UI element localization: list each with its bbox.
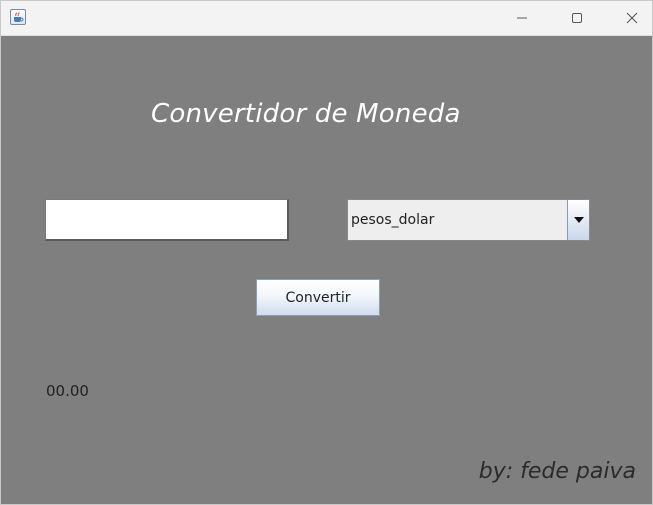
minimize-button[interactable]: [499, 1, 545, 35]
minimize-icon: [517, 17, 527, 19]
conversion-select-value: pesos_dolar: [351, 212, 435, 228]
main-panel: Convertidor de Moneda pesos_dolar Conver…: [1, 36, 652, 504]
convert-button[interactable]: Convertir: [256, 279, 380, 316]
dropdown-arrow-button[interactable]: [567, 200, 589, 240]
page-title: Convertidor de Moneda: [151, 99, 461, 129]
title-bar[interactable]: [1, 1, 652, 36]
close-button[interactable]: [609, 1, 652, 35]
author-signature: by: fede paiva: [478, 459, 636, 484]
maximize-button[interactable]: [554, 1, 600, 35]
amount-input[interactable]: [45, 199, 289, 241]
app-window: Convertidor de Moneda pesos_dolar Conver…: [0, 0, 653, 505]
close-icon: [626, 12, 638, 24]
chevron-down-icon: [573, 217, 584, 223]
maximize-icon: [572, 13, 582, 23]
java-cup-icon: [10, 9, 26, 25]
result-value: 00.00: [46, 382, 89, 400]
conversion-select[interactable]: pesos_dolar: [347, 199, 590, 241]
